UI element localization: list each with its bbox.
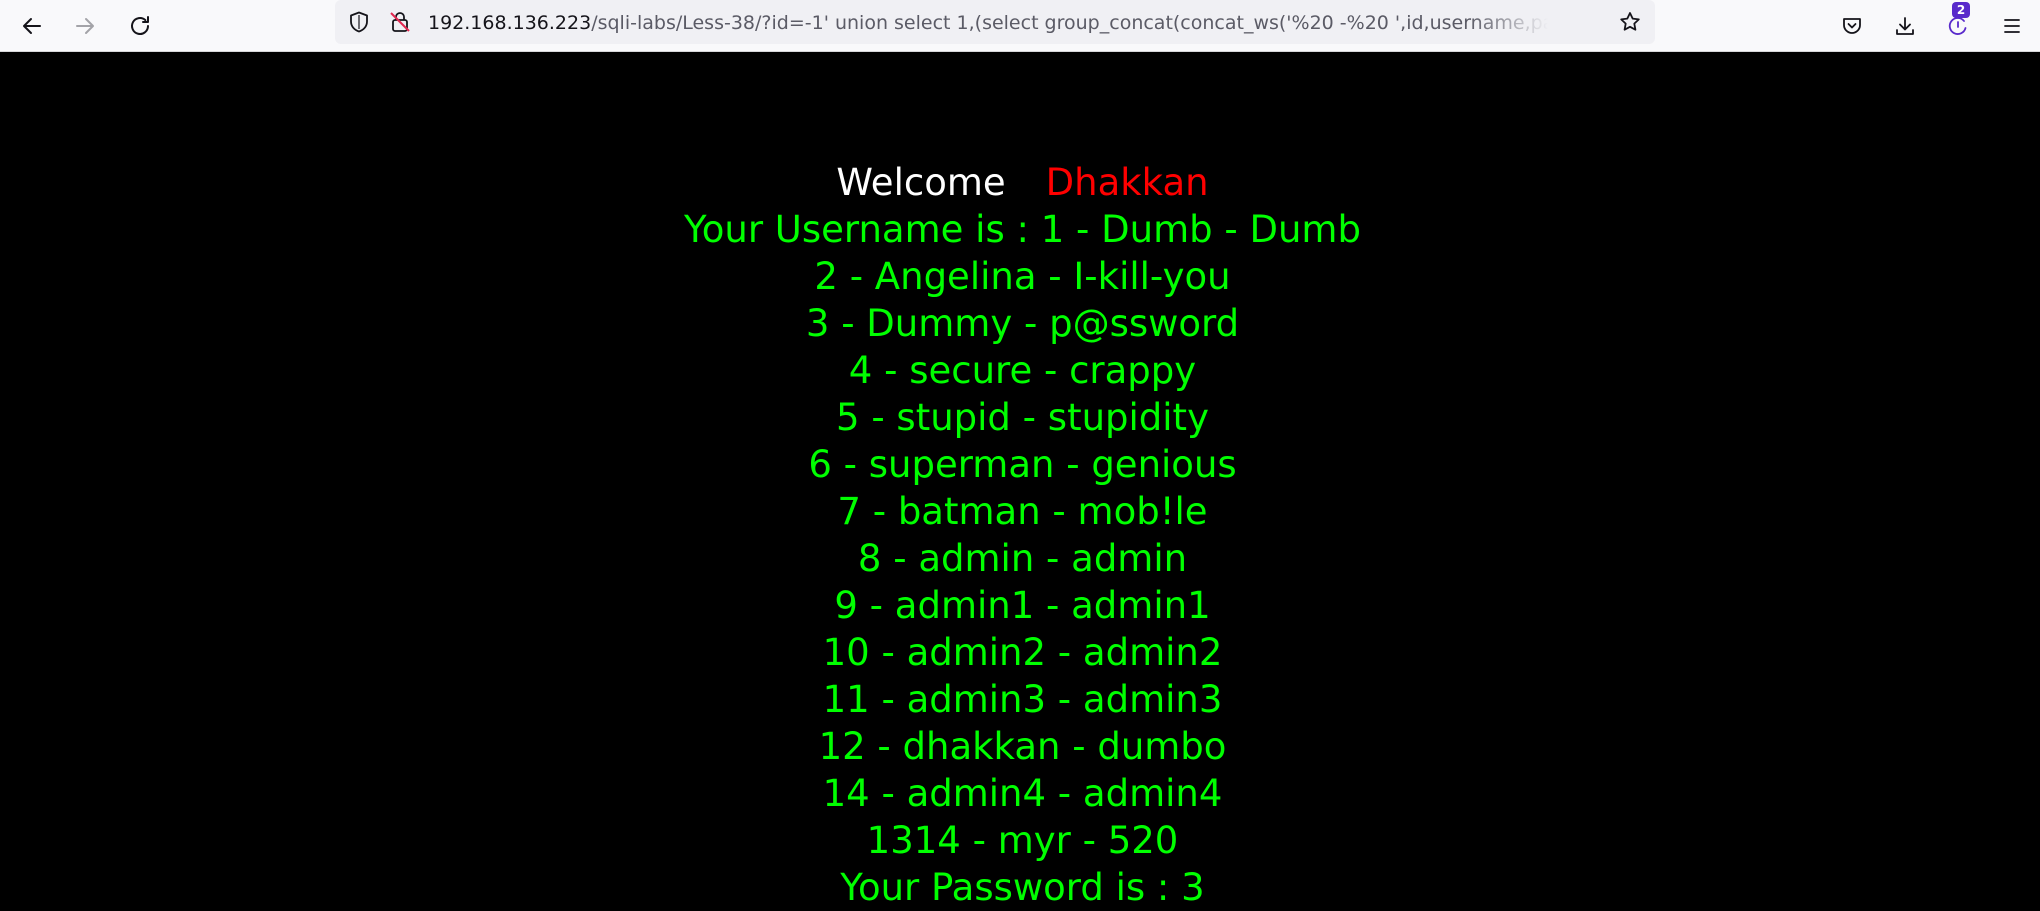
- username-line: 3 - Dummy - p@ssword: [805, 302, 1240, 345]
- username-line: 6 - superman - genious: [808, 443, 1237, 486]
- pocket-icon: [1843, 18, 1861, 34]
- username-line: 4 - secure - crappy: [848, 349, 1197, 392]
- username-line: 10 - admin2 - admin2: [822, 631, 1223, 674]
- username-line: 9 - admin1 - admin1: [834, 584, 1211, 627]
- username-line: 14 - admin4 - admin4: [822, 772, 1223, 815]
- username-line: 7 - batman - mob!le: [837, 490, 1208, 533]
- pocket-button[interactable]: [1834, 8, 1870, 44]
- downloads-button[interactable]: [1887, 8, 1923, 44]
- menu-button[interactable]: [1994, 8, 2030, 44]
- url-host: 192.168.136.223: [428, 12, 592, 34]
- star-icon[interactable]: [1618, 10, 1642, 34]
- url-text[interactable]: 192.168.136.223/sqli-labs/Less-38/?id=-1…: [428, 8, 1548, 38]
- insecure-lock-icon[interactable]: [388, 10, 412, 34]
- welcome-label: Welcome: [836, 161, 1006, 204]
- extensions-badge: 2: [1952, 2, 1970, 18]
- username-line: Your Username is : 1 - Dumb - Dumb: [684, 208, 1361, 251]
- browser-toolbar: 192.168.136.223/sqli-labs/Less-38/?id=-1…: [0, 0, 2040, 52]
- reload-icon: [131, 16, 149, 35]
- username-line: 2 - Angelina - I-kill-you: [814, 255, 1231, 298]
- password-line: Your Password is : 3: [840, 866, 1205, 909]
- username-line: 8 - admin - admin: [857, 537, 1188, 580]
- username-line: 11 - admin3 - admin3: [822, 678, 1223, 721]
- username-line: 12 - dhakkan - dumbo: [818, 725, 1227, 768]
- back-button[interactable]: [14, 8, 50, 44]
- download-icon: [1896, 17, 1914, 35]
- address-bar[interactable]: 192.168.136.223/sqli-labs/Less-38/?id=-1…: [335, 0, 1655, 44]
- welcome-name: Dhakkan: [1045, 161, 1209, 204]
- forward-button[interactable]: [67, 8, 103, 44]
- hamburger-menu-icon: [2004, 19, 2020, 33]
- arrow-left-icon: [23, 18, 41, 34]
- shield-icon[interactable]: [347, 10, 371, 34]
- page-content: Welcome Dhakkan Your Username is : 1 - Du…: [0, 52, 2040, 910]
- username-line: 5 - stupid - stupidity: [836, 396, 1209, 439]
- reload-button[interactable]: [122, 8, 158, 44]
- arrow-right-icon: [76, 18, 94, 34]
- username-line: 1314 - myr - 520: [866, 819, 1179, 862]
- sqli-output: Welcome Dhakkan Your Username is : 1 - Du…: [0, 159, 2040, 911]
- welcome-line: Welcome Dhakkan: [0, 159, 2040, 206]
- url-path: /sqli-labs/Less-38/?id=-1' union select …: [591, 12, 1548, 34]
